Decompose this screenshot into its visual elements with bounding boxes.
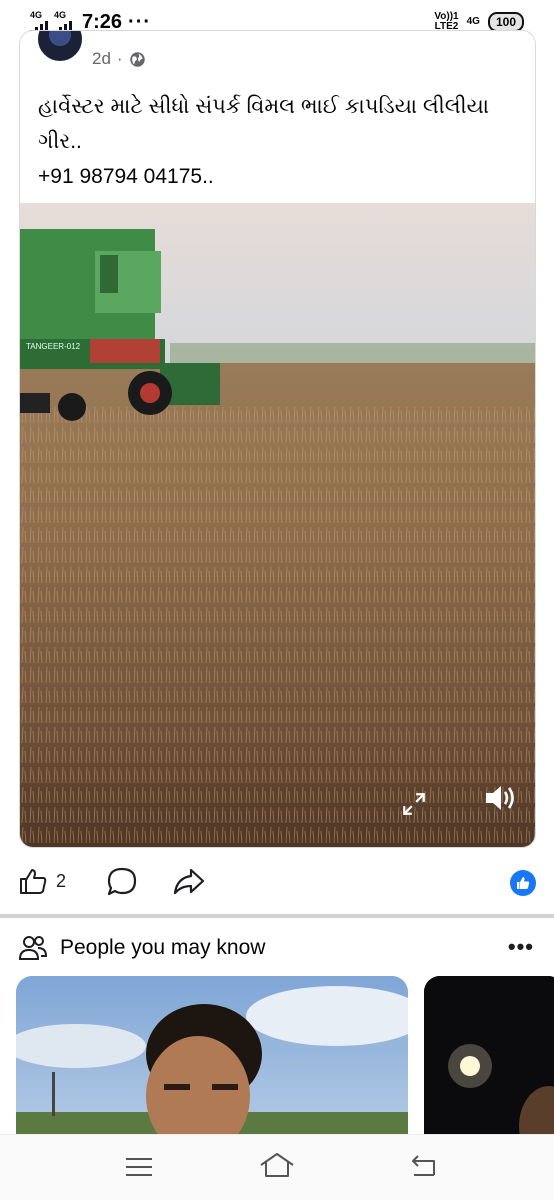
battery-indicator: 100	[487, 12, 524, 32]
people-icon	[18, 936, 48, 960]
video-frame: TANGEER-012	[20, 203, 535, 847]
menu-icon[interactable]	[124, 1155, 154, 1179]
post-text-line: ગીર..	[38, 130, 82, 153]
volte-indicator: Vo))1 LTE2	[434, 11, 459, 32]
back-icon[interactable]	[408, 1153, 438, 1179]
post-video[interactable]: TANGEER-012	[20, 203, 535, 847]
suggestion-card[interactable]	[424, 976, 554, 1146]
expand-icon[interactable]	[401, 791, 427, 817]
comment-icon	[107, 867, 137, 896]
suggestion-card[interactable]	[16, 976, 408, 1146]
comment-button[interactable]	[106, 866, 138, 903]
home-icon[interactable]	[258, 1151, 296, 1179]
thumbs-up-icon	[517, 877, 530, 889]
more-options-icon[interactable]: •••	[508, 934, 534, 960]
post-text: હાર્વેસ્ટર માટે સીધો સંપર્ક વિમલ ભાઈ કાપ…	[38, 89, 517, 194]
svg-text:TANGEER-012: TANGEER-012	[26, 342, 81, 351]
suggestion-photo	[16, 976, 408, 1146]
post-text-line: હાર્વેસ્ટર માટે સીધો સંપર્ક વિમલ ભાઈ કાપ…	[38, 95, 490, 118]
like-button[interactable]: 2	[18, 866, 66, 896]
post-text-line[interactable]: +91 98794 04175..	[38, 159, 517, 194]
post-card: 2d · હાર્વેસ્ટર માટે સીધો સંપર્ક વિમલ ભા…	[19, 30, 536, 848]
page-avatar[interactable]	[38, 31, 82, 61]
suggestion-photo	[424, 976, 554, 1146]
like-count: 2	[56, 870, 67, 891]
globe-icon	[129, 51, 145, 67]
share-button[interactable]	[172, 866, 206, 903]
feed-separator	[0, 914, 554, 918]
volume-on-icon[interactable]	[483, 783, 517, 813]
share-icon	[173, 868, 205, 895]
system-nav-bar	[0, 1134, 554, 1200]
post-actions: 2	[0, 862, 554, 904]
pymk-title: People you may know	[60, 936, 266, 959]
post-header: 2d · હાર્વેસ્ટર માટે સીધો સંપર્ક વિમલ ભા…	[20, 31, 535, 203]
post-timestamp[interactable]: 2d ·	[92, 49, 146, 69]
thumbs-up-icon	[20, 869, 47, 894]
like-reaction-icon[interactable]	[510, 870, 536, 896]
network-type-indicator: 4G	[466, 16, 480, 27]
pymk-header: People you may know •••	[0, 928, 554, 968]
